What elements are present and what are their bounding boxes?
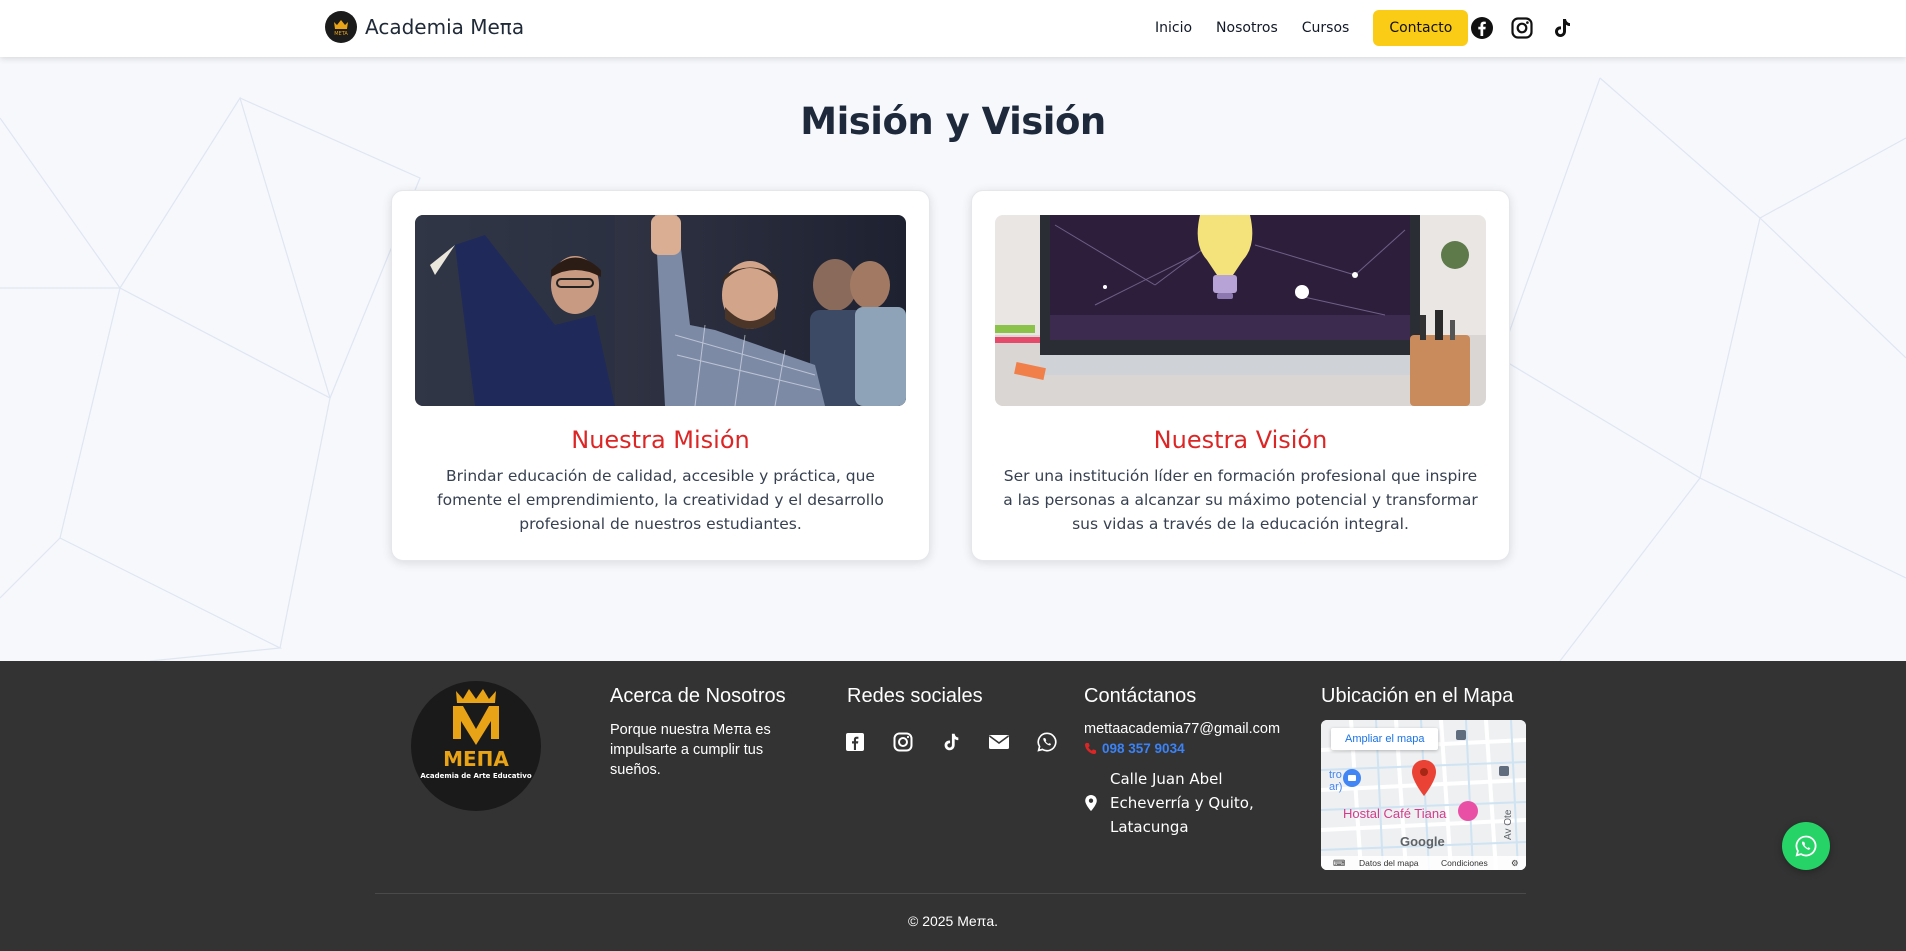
vision-title: Nuestra Visión: [1153, 426, 1328, 454]
footer-divider: [375, 893, 1526, 894]
map-terms-link[interactable]: Condiciones: [1441, 858, 1488, 868]
mission-card: Nuestra Misión Brindar educación de cali…: [391, 190, 930, 561]
copyright: © 2025 Meπa.: [907, 913, 999, 929]
whatsapp-float-button[interactable]: [1782, 822, 1830, 870]
keyboard-icon[interactable]: ⌨: [1333, 858, 1345, 869]
map-attribution: ⌨ Datos del mapa Condiciones ⚙: [1321, 856, 1526, 870]
map-settings-icon[interactable]: ⚙: [1511, 858, 1519, 869]
address-text: Calle Juan Abel Echeverría y Quito, Lata…: [1110, 770, 1254, 836]
contact-address: Calle Juan Abel Echeverría y Quito, Lata…: [1084, 767, 1270, 839]
footer-logo: MEΠA Academia de Arte Educativo: [411, 681, 541, 811]
map-left-label-2: ar): [1329, 781, 1342, 793]
section-title: Misión y Visión: [800, 100, 1106, 143]
contact-email[interactable]: mettaacademia77@gmail.com: [1084, 721, 1280, 737]
phone-icon: [1084, 742, 1097, 755]
expand-map-button[interactable]: Ampliar el mapa: [1331, 728, 1439, 750]
location-pin-icon: [1084, 795, 1098, 811]
mail-icon[interactable]: [987, 730, 1011, 754]
map-data-link[interactable]: Datos del mapa: [1359, 858, 1419, 868]
svg-text:Academia de Arte Educativo: Academia de Arte Educativo: [420, 772, 531, 780]
top-navbar: META Academia Meπa Inicio Nosotros Curso…: [0, 0, 1906, 57]
google-logo: Google: [1400, 834, 1445, 849]
nav-inicio[interactable]: Inicio: [1155, 20, 1192, 36]
svg-text:MEΠA: MEΠA: [443, 747, 509, 771]
whatsapp-icon[interactable]: [1035, 730, 1059, 754]
brand-home-link[interactable]: META Academia Meπa: [325, 11, 524, 43]
nav-nosotros[interactable]: Nosotros: [1216, 20, 1278, 36]
brand-logo: META: [325, 11, 357, 43]
vision-card: Nuestra Visión Ser una institución líder…: [971, 190, 1510, 561]
map-place-label: Hostal Café Tiana: [1343, 806, 1447, 821]
tiktok-icon[interactable]: [1549, 15, 1575, 41]
nav-cursos[interactable]: Cursos: [1302, 20, 1350, 36]
mission-text: Brindar educación de calidad, accesible …: [437, 467, 884, 533]
main-nav: Inicio Nosotros Cursos Contacto: [1155, 10, 1469, 46]
instagram-icon[interactable]: [1509, 15, 1535, 41]
footer-social-links: [843, 730, 1083, 754]
header-social-links: [1469, 15, 1589, 41]
instagram-icon[interactable]: [891, 730, 915, 754]
svg-text:Av Ote: Av Ote: [1503, 809, 1514, 840]
map-title: Ubicación en el Mapa: [1321, 685, 1514, 707]
site-footer: MEΠA Academia de Arte Educativo Acerca d…: [0, 661, 1906, 951]
vision-image: [995, 215, 1486, 406]
about-title: Acerca de Nosotros: [610, 685, 786, 707]
contact-phone[interactable]: 098 357 9034: [1084, 741, 1185, 756]
location-map[interactable]: tro ar) Av Ote Ampliar el mapa Hostal Ca…: [1321, 720, 1526, 870]
contact-title: Contáctanos: [1084, 685, 1197, 707]
whatsapp-icon: [1794, 834, 1818, 858]
map-left-label-1: tro: [1329, 769, 1342, 781]
facebook-icon[interactable]: [1469, 15, 1495, 41]
brand-name: Academia Meπa: [365, 15, 525, 39]
mission-title: Nuestra Misión: [571, 426, 750, 454]
phone-number: 098 357 9034: [1102, 741, 1185, 756]
contact-button[interactable]: Contacto: [1373, 10, 1469, 46]
facebook-icon[interactable]: [843, 730, 867, 754]
about-text: Porque nuestra Meπa es impulsarte a cump…: [610, 722, 771, 778]
mission-image: [415, 215, 906, 406]
vision-text: Ser una institución líder en formación p…: [1003, 467, 1478, 533]
social-title: Redes sociales: [847, 685, 983, 707]
svg-text:META: META: [334, 31, 348, 37]
background-pattern: [0, 77, 1906, 661]
tiktok-icon[interactable]: [939, 730, 963, 754]
